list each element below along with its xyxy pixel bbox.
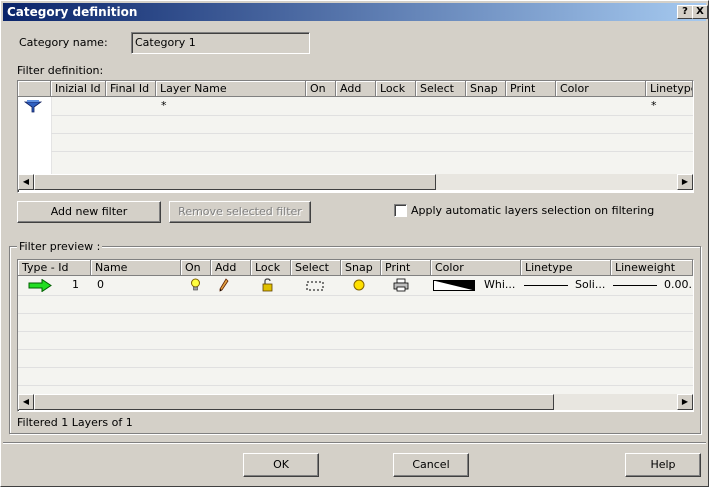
title-bar: Category definition ? X <box>3 3 708 21</box>
window-title: Category definition <box>7 5 138 19</box>
col-initial-id[interactable]: Inizial Id <box>51 81 106 97</box>
col-lock[interactable]: Lock <box>251 260 291 276</box>
help-title-button[interactable]: ? <box>677 5 693 19</box>
row-line <box>18 313 693 314</box>
auto-select-checkbox[interactable] <box>394 204 407 217</box>
col-linetype[interactable]: Linetype <box>646 81 693 97</box>
filter-definition-body: * * <box>18 97 693 174</box>
filter-definition-label: Filter definition: <box>17 64 104 77</box>
row-header-corner <box>18 81 51 97</box>
category-name-input[interactable]: Category 1 <box>131 32 310 54</box>
row-line <box>18 349 693 350</box>
col-layer-name[interactable]: Layer Name <box>156 81 306 97</box>
col-print[interactable]: Print <box>381 260 431 276</box>
row-line <box>18 331 693 332</box>
status-text: Filtered 1 Layers of 1 <box>17 416 133 429</box>
col-final-id[interactable]: Final Id <box>106 81 156 97</box>
linetype-sample <box>524 285 568 286</box>
col-type-id[interactable]: Type - Id <box>18 260 91 276</box>
lightbulb-on-icon[interactable] <box>190 278 201 292</box>
filter-layer-name-cell[interactable]: * <box>161 99 167 112</box>
help-button[interactable]: Help <box>625 453 701 477</box>
row-line <box>51 151 693 152</box>
select-marquee-icon[interactable] <box>306 281 324 291</box>
layer-arrow-icon <box>28 279 52 292</box>
lineweight-sample <box>613 285 657 286</box>
col-on[interactable]: On <box>181 260 211 276</box>
unlock-icon[interactable] <box>262 278 276 292</box>
row-line <box>18 295 693 296</box>
col-select[interactable]: Select <box>291 260 341 276</box>
col-select[interactable]: Select <box>416 81 466 97</box>
filter-preview-label: Filter preview : <box>17 240 103 253</box>
category-name-label: Category name: <box>19 36 108 49</box>
col-linetype[interactable]: Linetype <box>521 260 611 276</box>
filter-preview-grid[interactable]: Type - Id Name On Add Lock Select Snap P… <box>17 259 694 412</box>
scroll-right-arrow-icon[interactable]: ▶ <box>677 174 693 190</box>
color-swatch[interactable] <box>433 280 475 291</box>
filter-definition-hscrollbar[interactable]: ◀ ▶ <box>18 174 693 190</box>
row-line <box>18 385 693 386</box>
filter-row-icon <box>24 99 42 113</box>
col-lineweight[interactable]: Lineweight <box>611 260 693 276</box>
filter-definition-grid[interactable]: Inizial Id Final Id Layer Name On Add Lo… <box>17 80 694 193</box>
col-color[interactable]: Color <box>431 260 521 276</box>
category-definition-dialog: Category definition ? X Category name: C… <box>0 0 709 487</box>
row-line <box>51 133 693 134</box>
col-snap[interactable]: Snap <box>341 260 381 276</box>
cancel-button[interactable]: Cancel <box>393 453 469 477</box>
snap-circle-icon[interactable] <box>353 279 365 291</box>
scroll-thumb[interactable] <box>34 394 554 410</box>
pencil-icon[interactable] <box>219 278 229 292</box>
filter-preview-hscrollbar[interactable]: ◀ ▶ <box>18 394 693 410</box>
scroll-thumb[interactable] <box>34 174 436 190</box>
col-lock[interactable]: Lock <box>376 81 416 97</box>
color-name: Whi... <box>484 278 516 291</box>
col-color[interactable]: Color <box>556 81 646 97</box>
col-add[interactable]: Add <box>336 81 376 97</box>
auto-select-label: Apply automatic layers selection on filt… <box>411 204 655 217</box>
printer-icon[interactable] <box>393 278 409 292</box>
scroll-left-arrow-icon[interactable]: ◀ <box>18 174 34 190</box>
scroll-left-arrow-icon[interactable]: ◀ <box>18 394 34 410</box>
col-print[interactable]: Print <box>506 81 556 97</box>
lineweight-value: 0.00... <box>664 278 693 291</box>
col-add[interactable]: Add <box>211 260 251 276</box>
row-line <box>18 367 693 368</box>
add-new-filter-button[interactable]: Add new filter <box>17 201 161 223</box>
scroll-right-arrow-icon[interactable]: ▶ <box>677 394 693 410</box>
filter-preview-body: 1 0 Whi... Soli... 0.00. <box>18 276 693 394</box>
col-on[interactable]: On <box>306 81 336 97</box>
table-row[interactable]: 1 0 Whi... Soli... 0.00. <box>18 276 693 295</box>
divider <box>3 442 706 444</box>
ok-button[interactable]: OK <box>243 453 319 477</box>
layer-id: 1 <box>72 278 79 291</box>
close-title-button[interactable]: X <box>692 5 708 19</box>
col-name[interactable]: Name <box>91 260 181 276</box>
remove-selected-filter-button[interactable]: Remove selected filter <box>169 201 311 223</box>
col-snap[interactable]: Snap <box>466 81 506 97</box>
filter-linetype-cell[interactable]: * <box>651 99 657 112</box>
row-line <box>51 115 693 116</box>
layer-name: 0 <box>97 278 104 291</box>
linetype-name: Soli... <box>575 278 606 291</box>
